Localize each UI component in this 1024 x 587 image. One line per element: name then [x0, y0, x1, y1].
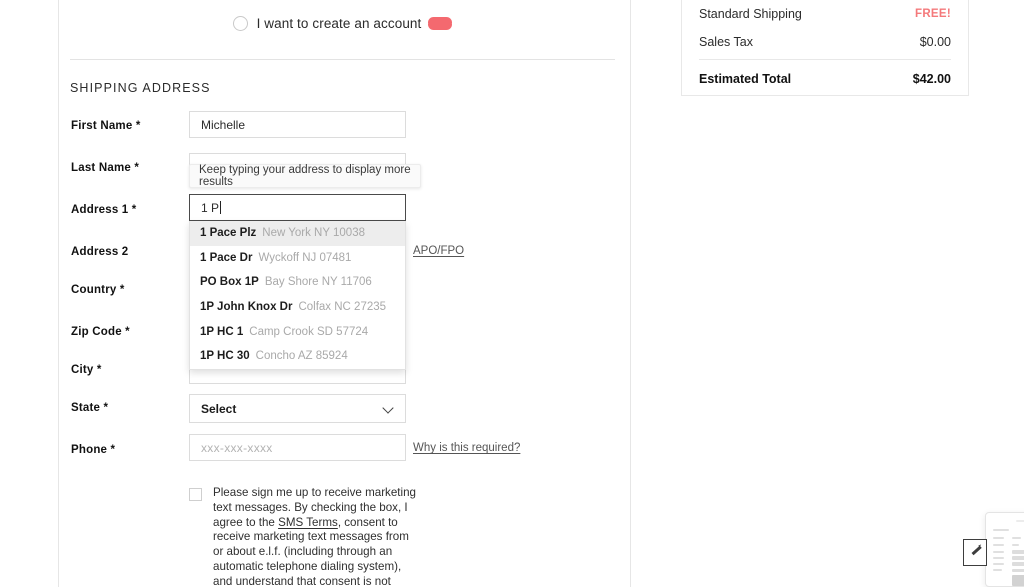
pencil-edit-icon	[971, 545, 982, 555]
autocomplete-option[interactable]: 1P HC 30 Concho AZ 85924	[190, 344, 405, 369]
chevron-down-icon	[383, 403, 394, 414]
suggestion-main: PO Box 1P	[200, 276, 259, 289]
label-city: City *	[71, 364, 102, 376]
suggestion-main: 1P HC 1	[200, 325, 244, 338]
state-select[interactable]: Select	[189, 394, 406, 423]
address-autocomplete-list[interactable]: 1 Pace Plz New York NY 10038 1 Pace Dr W…	[189, 221, 406, 370]
suggestion-sub: Colfax NC 27235	[298, 301, 387, 314]
widget-edit-button[interactable]	[963, 539, 987, 566]
summary-divider	[699, 59, 951, 60]
create-account-row[interactable]: I want to create an account	[70, 16, 615, 31]
content-left-rule	[58, 0, 59, 587]
label-last-name: Last Name *	[71, 162, 140, 174]
first-name-value: Michelle	[201, 117, 246, 132]
phone-placeholder: xxx-xxx-xxxx	[201, 440, 273, 455]
sms-consent-text: Please sign me up to receive marketing t…	[213, 486, 419, 587]
apo-fpo-link[interactable]: APO/FPO	[413, 245, 464, 257]
label-phone: Phone *	[71, 444, 116, 456]
checkout-page: I want to create an account SHIPPING ADD…	[0, 0, 1024, 587]
address-1-value: 1 P	[201, 200, 220, 215]
suggestion-sub: Bay Shore NY 11706	[264, 276, 372, 289]
phone-input[interactable]: xxx-xxx-xxxx	[189, 434, 406, 461]
autocomplete-option[interactable]: 1P HC 1 Camp Crook SD 57724	[190, 319, 405, 344]
summary-row-total: Estimated Total $42.00	[699, 72, 951, 86]
sms-consent-row[interactable]: Please sign me up to receive marketing t…	[189, 486, 419, 587]
summary-row-shipping: Standard Shipping FREE!	[699, 7, 951, 21]
summary-row-tax: Sales Tax $0.00	[699, 35, 951, 49]
form-preview-thumbnail	[985, 512, 1024, 587]
lips-icon	[428, 17, 453, 30]
text-caret	[220, 201, 222, 214]
sms-terms-link[interactable]: SMS Terms	[278, 516, 338, 529]
label-address-1: Address 1 *	[71, 204, 137, 216]
first-name-input[interactable]: Michelle	[189, 111, 406, 138]
label-country: Country *	[71, 284, 125, 296]
create-account-label: I want to create an account	[256, 16, 422, 31]
suggestion-sub: Concho AZ 85924	[255, 350, 348, 363]
section-divider	[70, 59, 615, 60]
shipping-address-title: SHIPPING ADDRESS	[70, 81, 211, 95]
label-zip-code: Zip Code *	[71, 326, 130, 338]
suggestion-main: 1P John Knox Dr	[200, 301, 293, 314]
tax-label: Sales Tax	[699, 35, 753, 49]
total-label: Estimated Total	[699, 72, 792, 86]
suggestion-main: 1 Pace Dr	[200, 251, 253, 264]
shipping-label: Standard Shipping	[699, 7, 802, 21]
label-first-name: First Name *	[71, 120, 141, 132]
autocomplete-option[interactable]: 1P John Knox Dr Colfax NC 27235	[190, 295, 405, 320]
autocomplete-option[interactable]: 1 Pace Dr Wyckoff NJ 07481	[190, 246, 405, 271]
autocomplete-option[interactable]: PO Box 1P Bay Shore NY 11706	[190, 270, 405, 295]
tax-value: $0.00	[919, 35, 951, 49]
order-summary-card: Standard Shipping FREE! Sales Tax $0.00 …	[681, 0, 969, 96]
suggestion-sub: Camp Crook SD 57724	[249, 325, 369, 338]
suggestion-main: 1P HC 30	[200, 350, 250, 363]
state-selected-value: Select	[201, 401, 237, 416]
phone-required-link[interactable]: Why is this required?	[413, 442, 520, 454]
create-account-radio[interactable]	[232, 16, 248, 31]
total-value: $42.00	[912, 72, 951, 86]
suggestion-sub: Wyckoff NJ 07481	[258, 251, 352, 264]
autocomplete-option[interactable]: 1 Pace Plz New York NY 10038	[190, 221, 405, 246]
content-right-rule	[630, 0, 631, 587]
suggestion-sub: New York NY 10038	[262, 227, 365, 240]
autocomplete-tooltip: Keep typing your address to display more…	[189, 164, 421, 188]
sms-consent-checkbox[interactable]	[189, 488, 202, 501]
label-address-2: Address 2	[71, 246, 129, 258]
shipping-value: FREE!	[915, 8, 951, 20]
label-state: State *	[71, 402, 109, 414]
suggestion-main: 1 Pace Plz	[200, 227, 257, 240]
address-1-input[interactable]: 1 P	[189, 194, 406, 221]
